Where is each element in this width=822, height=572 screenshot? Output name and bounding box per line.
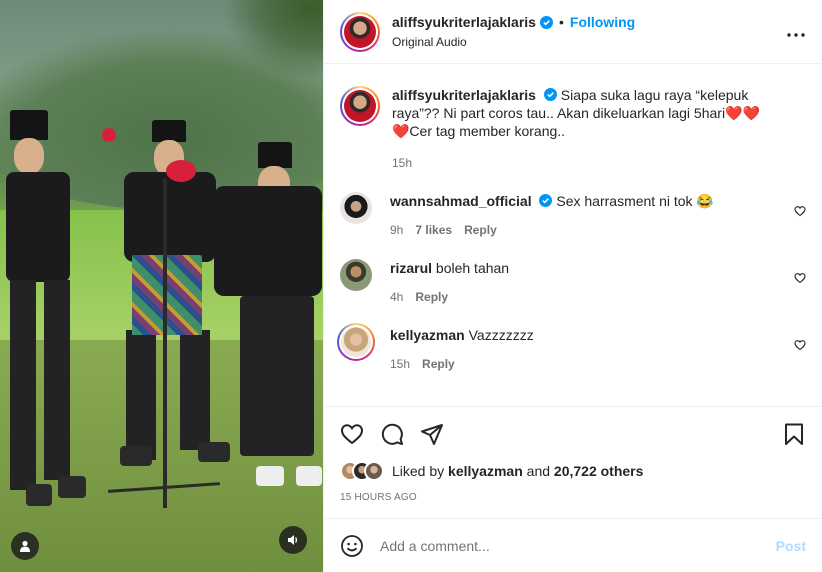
audio-toggle-button[interactable] <box>279 526 307 554</box>
commenter-avatar[interactable] <box>337 323 375 361</box>
liked-by-and: and <box>526 463 551 479</box>
comment-time: 15h <box>390 357 411 371</box>
emoji-icon[interactable] <box>340 534 364 558</box>
author-avatar[interactable] <box>340 11 380 52</box>
comment-item: wannsahmad_official Sex harrasment ni to… <box>340 192 806 237</box>
comment-item: kellyazman Vazzzzzzz 15h Reply <box>337 323 806 371</box>
liker-avatars[interactable] <box>340 461 384 481</box>
caption: aliffsyukriterlajaklaris Siapa suka lagu… <box>340 86 806 170</box>
liked-by-user[interactable]: kellyazman <box>448 463 523 479</box>
caption-time: 15h <box>392 156 413 170</box>
caption-avatar[interactable] <box>340 86 380 126</box>
comment-likes[interactable]: 7 likes <box>415 223 452 237</box>
commenter-avatar[interactable] <box>340 192 372 224</box>
comments-list[interactable]: aliffsyukriterlajaklaris Siapa suka lagu… <box>324 64 822 406</box>
speaker-icon <box>288 535 298 545</box>
comment-text: Sex harrasment ni tok 😂 <box>556 193 714 209</box>
post-header: aliffsyukriterlajaklaris • Following Ori… <box>324 0 822 64</box>
following-button[interactable]: Following <box>570 14 635 30</box>
author-username[interactable]: aliffsyukriterlajaklaris <box>392 14 536 30</box>
reply-button[interactable]: Reply <box>464 223 497 237</box>
bookmark-icon[interactable] <box>782 422 806 446</box>
comment-icon[interactable] <box>380 422 404 446</box>
commenter-avatar[interactable] <box>340 259 372 291</box>
comment-time: 4h <box>390 290 404 304</box>
verified-badge-icon <box>543 88 557 101</box>
reply-button[interactable]: Reply <box>422 357 455 371</box>
commenter-username[interactable]: kellyazman <box>390 327 465 343</box>
comment-text: Vazzzzzzz <box>468 327 534 343</box>
comment-like-heart-icon[interactable] <box>794 272 806 284</box>
songket-sarong <box>132 255 202 335</box>
liked-by-others[interactable]: 20,722 others <box>554 463 644 479</box>
comment-composer: Post <box>324 518 822 572</box>
comment-time: 9h <box>390 223 404 237</box>
liked-by-prefix: Liked by <box>392 463 445 479</box>
post-timestamp[interactable]: 15 HOURS AGO <box>324 486 822 518</box>
comment-like-heart-icon[interactable] <box>794 339 806 351</box>
like-heart-icon[interactable] <box>340 422 364 446</box>
more-options-icon[interactable] <box>784 20 808 43</box>
post-comment-button[interactable]: Post <box>776 538 806 554</box>
post-actions <box>324 406 822 460</box>
original-audio-link[interactable]: Original Audio <box>392 35 784 49</box>
reply-button[interactable]: Reply <box>415 290 448 304</box>
caption-username[interactable]: aliffsyukriterlajaklaris <box>392 87 536 103</box>
post-video[interactable] <box>0 0 323 572</box>
separator-dot: • <box>558 14 564 30</box>
verified-badge-icon <box>539 194 553 207</box>
commenter-username[interactable]: wannsahmad_official <box>390 193 532 209</box>
microphone-stand <box>163 178 167 508</box>
post-side-panel: aliffsyukriterlajaklaris • Following Ori… <box>323 0 822 572</box>
commenter-username[interactable]: rizarul <box>390 260 432 276</box>
red-flower <box>166 160 196 182</box>
comment-item: rizarul boleh tahan 4h Reply <box>340 259 806 304</box>
comment-like-heart-icon[interactable] <box>794 205 806 217</box>
user-icon <box>20 540 30 552</box>
verified-badge-icon <box>539 15 553 29</box>
red-flower <box>102 128 116 142</box>
comment-input[interactable] <box>380 537 776 554</box>
likes-summary: Liked by kellyazman and 20,722 others <box>324 456 822 486</box>
comment-text: boleh tahan <box>435 260 510 276</box>
background-palm <box>223 0 323 80</box>
share-icon[interactable] <box>420 422 444 446</box>
tagged-users-button[interactable] <box>11 532 39 560</box>
